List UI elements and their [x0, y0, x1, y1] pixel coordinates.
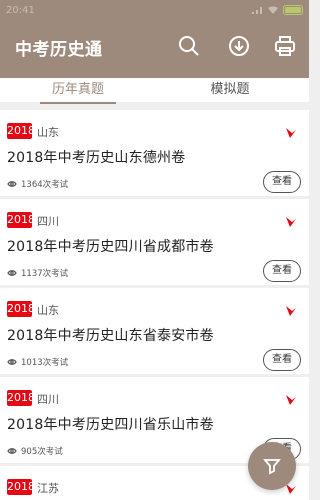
view-count: 1364次考试 [7, 178, 68, 190]
battery-icon [283, 5, 303, 15]
print-icon [275, 36, 295, 56]
eye-icon [7, 180, 17, 188]
view-button[interactable]: 查看 [263, 171, 301, 193]
view-button[interactable]: 查看 [263, 260, 301, 282]
view-count-text: 905次考试 [21, 447, 63, 457]
region-label: 四川 [37, 215, 59, 228]
region-label: 山东 [37, 304, 59, 317]
year-badge: 2018 [7, 301, 35, 317]
view-count: 1137次考试 [7, 267, 68, 279]
status-time: 20:41 [6, 5, 35, 16]
search-icon [179, 36, 199, 56]
app-bar: 20:41 中考历史通 [0, 0, 309, 78]
brand-icon [285, 391, 297, 405]
view-count-text: 1137次考试 [21, 269, 69, 279]
exam-title: 2018年中考历史山东省泰安市卷 [7, 328, 214, 344]
brand-icon [285, 302, 297, 316]
region-label: 江苏 [37, 482, 59, 495]
region-label: 四川 [37, 393, 59, 406]
tab-mock[interactable]: 模拟题 [200, 78, 260, 102]
list-item[interactable]: 2018 山东 2018年中考历史山东省泰安市卷 1013次考试 查看 [0, 288, 309, 374]
brand-icon [285, 213, 297, 227]
status-bar: 20:41 [0, 0, 309, 22]
year-badge: 2018 [7, 390, 35, 406]
tab-indicator [40, 102, 116, 104]
status-icons [251, 5, 303, 15]
year-badge: 2018 [7, 212, 35, 228]
exam-title: 2018年中考历史山东德州卷 [7, 150, 186, 166]
tab-history[interactable]: 历年真题 [40, 78, 116, 102]
brand-icon [285, 124, 297, 138]
list-item[interactable]: 2018 山东 2018年中考历史山东德州卷 1364次考试 查看 [0, 110, 309, 196]
view-count-text: 1013次考试 [21, 358, 69, 368]
view-button[interactable]: 查看 [263, 349, 301, 371]
download-icon [229, 36, 249, 56]
exam-title: 2018年中考历史四川省成都市卷 [7, 239, 214, 255]
tab-bar: 历年真题 模拟题 [0, 78, 309, 104]
wifi-icon [267, 6, 279, 15]
signal-icon [251, 6, 263, 15]
eye-icon [7, 358, 17, 366]
search-button[interactable] [177, 34, 201, 58]
filter-icon [263, 459, 281, 475]
region-label: 山东 [37, 126, 59, 139]
eye-icon [7, 269, 17, 277]
year-badge: 2018 [7, 479, 35, 495]
view-count: 905次考试 [7, 445, 63, 457]
view-count: 1013次考试 [7, 356, 68, 368]
list-item[interactable]: 2018 四川 2018年中考历史四川省成都市卷 1137次考试 查看 [0, 199, 309, 285]
view-count-text: 1364次考试 [21, 180, 69, 190]
exam-title: 2018年中考历史四川省乐山市卷 [7, 417, 214, 433]
print-button[interactable] [273, 34, 297, 58]
screen: 20:41 中考历史通 历年真题 模拟题 2018 山东 2018年中考历史山东… [0, 0, 309, 500]
app-title: 中考历史通 [15, 40, 103, 60]
filter-button[interactable] [248, 442, 296, 490]
eye-icon [7, 447, 17, 455]
year-badge: 2018 [7, 123, 35, 139]
download-button[interactable] [227, 34, 251, 58]
